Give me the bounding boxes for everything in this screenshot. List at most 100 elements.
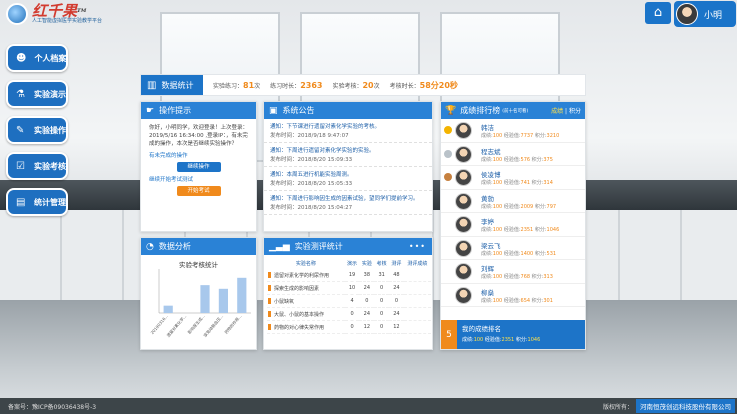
table-header: 实验	[361, 261, 372, 267]
ranking-name: 刘辉	[481, 265, 494, 273]
trophy-icon: 🏆	[445, 105, 457, 116]
table-cell: 探索生成的影响因素	[267, 281, 345, 295]
chart-bar[interactable]	[163, 305, 173, 313]
tab-score[interactable]: 成绩	[551, 108, 563, 115]
ranking-meta: 成绩:100 经验值:576 积分:375	[481, 156, 553, 163]
bar-chart-icon: ▥	[147, 79, 157, 91]
edit-icon: ✎	[16, 124, 25, 136]
row-marker	[268, 324, 271, 330]
table-cell: 31	[374, 269, 390, 282]
table-cell	[403, 294, 431, 308]
home-icon: ⌂	[653, 5, 663, 20]
start-exam-button[interactable]: 开始考试	[176, 186, 221, 196]
ranking-meta: 成绩:100 经验值:7737 积分:3210	[481, 133, 560, 139]
tips-header: ☛ 操作提示	[141, 102, 256, 119]
table-cell	[403, 269, 431, 282]
menu-label: 个人档案	[34, 53, 67, 63]
user-menu[interactable]: 小明	[674, 1, 736, 27]
table-row[interactable]: 探索生成的影响因素 10 24 0 24	[267, 281, 431, 295]
stat-practice-time: 练习时长：2363	[270, 80, 323, 90]
ranking-header: 🏆 成绩排行榜 (前十名可看) 成绩 | 积分	[441, 102, 585, 119]
table-cell: 24	[389, 281, 404, 295]
tips-greeting: 你好，小明同学，欢迎登录！上次登录：2019/5/16 16:34:00 ,登录…	[149, 125, 249, 147]
chart-bar[interactable]	[237, 277, 247, 313]
ranking-name: 柳燊	[481, 288, 494, 297]
ranking-row[interactable]: 柳燊 成绩:100 经验值:654 积分:301	[441, 284, 585, 307]
ranking-row[interactable]: 李婷 成绩:100 经验值:2351 积分:1046	[441, 213, 585, 237]
table-row[interactable]: 遗留对素化学的利尿作用 19 38 31 48	[267, 269, 431, 282]
table-cell: 0	[374, 307, 390, 321]
company-name: 河南恒茂创远科技股份有限公司	[636, 399, 735, 413]
table-row[interactable]: 大鼠、小鼠的基本操作 0 24 0 24	[267, 307, 431, 321]
experiment-panel: ▁▃▅ 实验测评统计 ••• 实验名称 演示 实验 考核 测评 测评成绩 遗留对素化学的利…	[263, 237, 433, 350]
table-row[interactable]: 小鼠缺氧 4 0 0 0	[267, 294, 431, 308]
logo-title: 红千果	[32, 1, 78, 20]
table-row[interactable]: 药物的对心律失常作用 0 12 0 12	[267, 320, 431, 334]
exam-bar-chart: 20190316...遗留对素化学... 影响尿生成...家兔动脉血压... 药物的…	[150, 269, 251, 338]
more-icon[interactable]: •••	[409, 242, 426, 251]
announcement-item[interactable]: 通知：下周进行影响因生成的因素试验，望同学们提前学习。 发布时间：2018/8/2…	[264, 191, 432, 215]
ranking-panel: 🏆 成绩排行榜 (前十名可看) 成绩 | 积分 韩洁 成绩:100 经验值:773…	[440, 101, 586, 350]
chart-category-label: 药物的作用...	[223, 313, 243, 335]
table-cell	[403, 307, 431, 321]
menu-item-operation[interactable]: ✎ 实验操作	[6, 116, 68, 144]
chart-category-label: 20190316...	[150, 313, 169, 335]
copyright-label: 版权所有：	[602, 403, 633, 411]
logo-subtitle: 人工智能虚拟医学实验教学平台	[32, 17, 103, 24]
announcement-item[interactable]: 通知：本周五进行机能实验周测。 发布时间：2018/8/20 15:05:33	[264, 167, 432, 191]
ranking-row[interactable]: 刘辉 成绩:100 经验值:768 积分:313	[441, 260, 585, 284]
medal-icon	[444, 126, 452, 134]
menu-item-profile[interactable]: ☻ 个人档案	[6, 44, 68, 72]
continue-button[interactable]: 继续操作	[176, 162, 221, 172]
ranking-row[interactable]: 梁云飞 成绩:100 经验值:1400 积分:531	[441, 237, 585, 260]
stats-header: ▥ 数据统计	[141, 75, 203, 95]
announcements-panel: ▣ 系统公告 通知：下节课进行遗留对素化学实验的考核。 发布时间：2018/9/18…	[263, 101, 433, 232]
table-cell: 大鼠、小鼠的基本操作	[267, 307, 345, 321]
table-cell	[403, 281, 431, 295]
avatar	[455, 239, 472, 257]
ranking-meta: 成绩:100 经验值:2351 积分:1046	[481, 227, 560, 233]
table-cell: 12	[389, 320, 404, 334]
announcement-item[interactable]: 通知：下节课进行遗留对素化学实验的考核。 发布时间：2018/9/18 9:47:…	[264, 119, 432, 143]
my-rank-number: 5	[441, 320, 457, 349]
row-marker	[268, 311, 271, 317]
ranking-meta: 成绩:100 经验值:1400 积分:531	[481, 250, 557, 257]
table-cell: 0	[389, 294, 404, 308]
my-rank[interactable]: 5 我的成绩排名 成绩:100 经验值:2351 积分:1046	[441, 320, 585, 349]
table-cell: 遗留对素化学的利尿作用	[267, 269, 345, 282]
ranking-meta: 成绩:100 经验值:654 积分:301	[481, 297, 553, 304]
announcement-item[interactable]: 通知：下周进行遗留对素化学实验的实验。 发布时间：2018/8/20 15:09:…	[264, 143, 432, 167]
table-header: 测评	[391, 261, 402, 267]
avatar	[455, 145, 472, 163]
home-button[interactable]: ⌂	[645, 2, 671, 24]
tab-points[interactable]: 积分	[569, 108, 581, 115]
hand-icon: ☛	[146, 105, 155, 116]
table-cell: 0	[344, 307, 360, 321]
table-cell: 小鼠缺氧	[267, 294, 345, 308]
table-cell: 0	[374, 281, 390, 295]
user-icon: ☻	[16, 52, 27, 64]
avatar	[455, 263, 472, 280]
ranking-row[interactable]: 黄勍 成绩:100 经验值:2009 积分:797	[441, 190, 585, 213]
pie-chart-icon: ◔	[146, 241, 154, 252]
chart-bar[interactable]	[218, 288, 228, 313]
menu-item-exam[interactable]: ☑ 实验考核	[6, 152, 68, 180]
ranking-row[interactable]: 韩洁 成绩:100 经验值:7737 积分:3210	[441, 119, 585, 143]
my-rank-meta: 成绩:100 经验值:2351 积分:1046	[462, 337, 541, 343]
medal-icon	[444, 173, 452, 181]
ranking-name: 侯凌博	[481, 171, 501, 179]
menu-item-stats[interactable]: ▤ 统计管理	[6, 188, 68, 216]
ranking-row[interactable]: 程志斌 成绩:100 经验值:576 积分:375	[441, 143, 585, 166]
logo: 红千果TM 人工智能虚拟医学实验教学平台	[6, 2, 102, 26]
table-cell	[403, 320, 431, 334]
table-cell: 12	[359, 320, 375, 334]
tips-note-continue: 有未完成的操作	[149, 153, 188, 159]
icp-number: 备案号：豫ICP备09036438号-3	[8, 403, 97, 411]
stat-exam-count: 实验考核：20次	[332, 80, 380, 90]
menu-item-demo[interactable]: ⚗ 实验演示	[6, 80, 68, 108]
chart-bar[interactable]	[200, 285, 210, 313]
logo-trademark: TM	[77, 7, 87, 14]
table-cell: 药物的对心律失常作用	[267, 320, 345, 334]
ranking-meta: 成绩:100 经验值:741 积分:314	[481, 180, 553, 186]
ranking-row[interactable]: 侯凌博 成绩:100 经验值:741 积分:314	[441, 166, 585, 190]
